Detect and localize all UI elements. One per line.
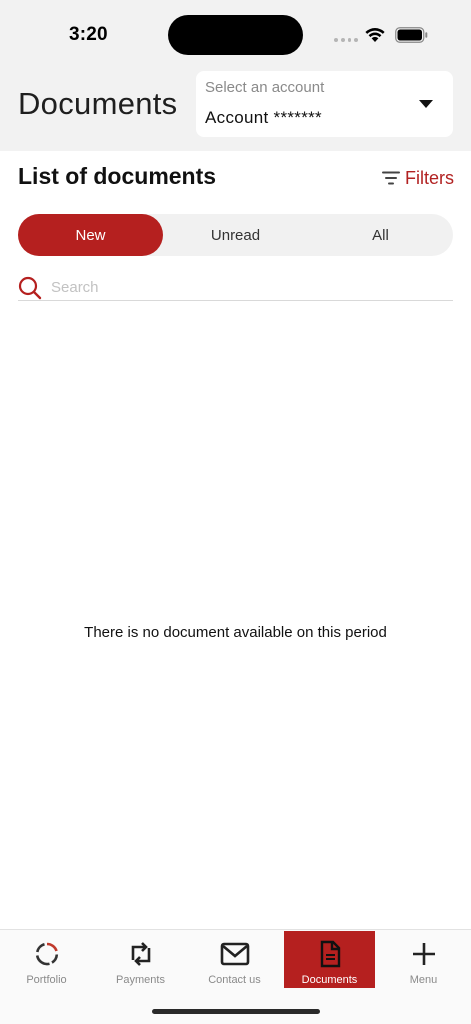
- plus-icon: [412, 943, 435, 965]
- status-time: 3:20: [69, 24, 108, 45]
- search-input[interactable]: [51, 277, 441, 297]
- wifi-icon: [365, 28, 385, 42]
- filters-label: Filters: [405, 167, 454, 188]
- tab-label: Portfolio: [26, 974, 67, 986]
- tab-all[interactable]: All: [308, 214, 453, 256]
- document-filter-tabs: New Unread All: [18, 214, 453, 256]
- tab-label: Documents: [301, 974, 358, 986]
- tab-menu[interactable]: Menu: [378, 931, 469, 988]
- tab-label: Contact us: [208, 974, 261, 986]
- header-area: 3:20 Documents Select an account Account…: [0, 0, 471, 151]
- dynamic-island: [168, 15, 303, 55]
- document-icon: [320, 940, 340, 968]
- filter-icon: [382, 171, 400, 185]
- search-bar: [18, 274, 453, 301]
- caret-down-icon: [419, 100, 433, 108]
- account-selector[interactable]: Select an account Account *******: [196, 71, 453, 137]
- donut-chart-icon: [35, 942, 58, 966]
- filters-button[interactable]: Filters: [382, 167, 454, 189]
- page-title: Documents: [18, 86, 178, 121]
- tab-unread[interactable]: Unread: [163, 214, 308, 256]
- tab-payments[interactable]: Payments: [95, 931, 186, 988]
- battery-icon: [395, 27, 428, 43]
- search-icon: [18, 276, 42, 300]
- account-selector-label: Select an account: [205, 79, 325, 96]
- list-title: List of documents: [18, 163, 217, 189]
- account-selector-value: Account *******: [205, 108, 322, 127]
- tab-new[interactable]: New: [18, 214, 163, 256]
- envelope-icon: [220, 942, 249, 966]
- transfer-icon: [131, 942, 150, 966]
- tab-label: Payments: [116, 974, 165, 986]
- tab-documents[interactable]: Documents: [284, 931, 375, 988]
- home-indicator: [152, 1009, 320, 1014]
- tab-contact-us[interactable]: Contact us: [189, 931, 280, 988]
- empty-state-message: There is no document available on this p…: [84, 624, 387, 641]
- signal-dots-icon: [334, 38, 358, 44]
- tab-label: Menu: [409, 974, 438, 986]
- tab-portfolio[interactable]: Portfolio: [1, 931, 92, 988]
